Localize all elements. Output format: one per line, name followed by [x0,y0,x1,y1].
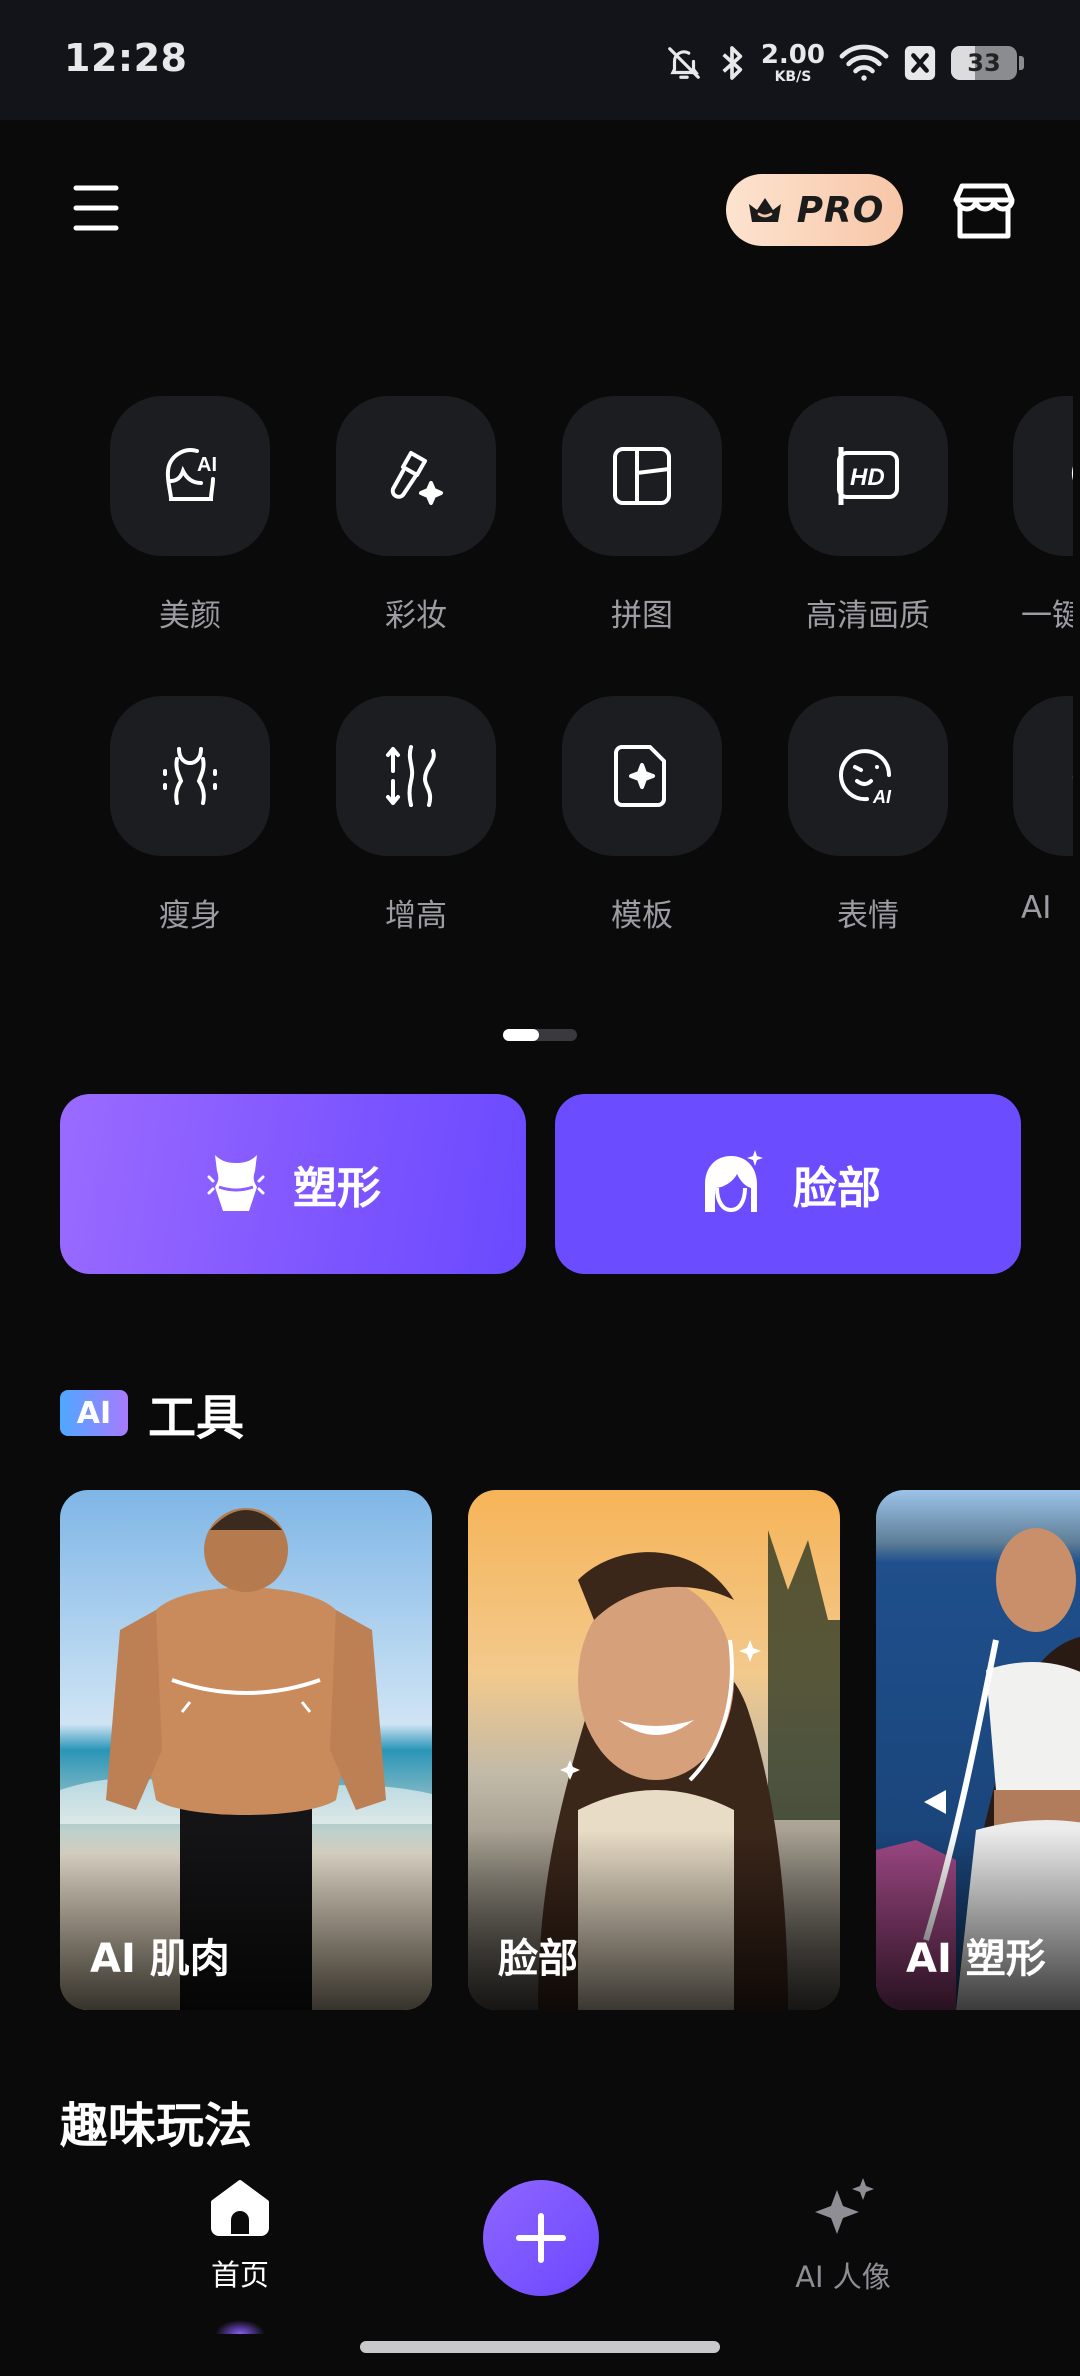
nav-active-indicator [215,2320,265,2334]
home-icon [211,2180,269,2236]
tool-label: 模板 [611,898,673,934]
battery-cap [1019,56,1024,70]
ai-tools-heading: AI 工具 [60,1378,244,1448]
network-speed: 2.00 KB/S [761,42,825,84]
ai-tool-icon [1058,741,1073,811]
tool-height[interactable]: 增高 [331,696,501,935]
status-bar: 12:28 2.00 KB/S 33 [0,0,1080,120]
tool-tile [1013,396,1073,556]
hamburger-menu-icon[interactable] [68,180,124,236]
tool-tile: AI [788,696,948,856]
add-button[interactable] [483,2180,599,2296]
height-icon [386,745,436,807]
sparkle-icon [815,2178,874,2234]
shape-button[interactable]: 塑形 [60,1094,526,1274]
page-indicator [503,1029,577,1041]
battery-level: 33 [967,49,1001,77]
status-icons: 2.00 KB/S 33 [665,36,1024,90]
pro-button[interactable]: PRO [726,174,903,246]
fun-section-title: 趣味玩法 [60,2098,253,2154]
face-button-label: 脸部 [793,1163,881,1214]
tool-template[interactable]: 模板 [557,696,727,935]
card-label: 脸部 [498,1936,578,1982]
tool-label: 表情 [837,898,899,934]
app-screen: 12:28 2.00 KB/S 33 PRO AI 美颜 彩妆 拼图 HD 高清… [0,0,1080,2376]
tool-expression[interactable]: AI 表情 [783,696,953,935]
shape-button-label: 塑形 [293,1163,381,1214]
nav-home[interactable]: 首页 [190,2178,290,2294]
nav-home-label: 首页 [210,2258,269,2292]
tool-tile: AI [110,396,270,556]
tool-label: 美颜 [159,598,221,634]
bluetooth-icon [722,46,743,80]
system-home-indicator[interactable] [360,2341,720,2353]
nav-ai-portrait[interactable]: AI 人像 [778,2176,908,2296]
svg-text:HD: HD [850,464,885,491]
ai-face-icon: AI [165,448,217,501]
tool-makeup[interactable]: 彩妆 [331,396,501,635]
tool-one-tap[interactable]: 一键 [1013,396,1073,635]
tool-label: 拼图 [611,598,673,634]
tool-tile [336,696,496,856]
card-ai-shape[interactable]: AI 塑形 [876,1490,1080,2010]
tool-label: 增高 [385,898,447,934]
tool-label: 彩妆 [385,598,447,634]
tool-collage[interactable]: 拼图 [557,396,727,635]
net-speed-unit: KB/S [774,69,812,85]
page-indicator-active [503,1029,539,1041]
tool-label: AI [1021,890,1052,926]
tool-ai-more[interactable]: AI [1013,696,1073,926]
hd-icon: HD [837,447,899,505]
pro-label: PRO [796,189,885,231]
bell-muted-icon [668,47,700,79]
net-speed-value: 2.00 [760,40,825,70]
crown-icon [748,198,781,222]
battery-icon: 33 [951,46,1017,80]
card-label: AI 肌肉 [90,1936,230,1982]
tool-tile [1013,696,1073,856]
tool-hd[interactable]: HD 高清画质 [783,396,953,635]
store-icon[interactable] [948,176,1020,248]
tool-tile [336,396,496,556]
tool-label: 一键 [1021,598,1073,634]
face-button[interactable]: 脸部 [555,1094,1021,1274]
card-label: AI 塑形 [906,1936,1046,1982]
tool-tile [562,396,722,556]
one-tap-icon [1071,466,1073,481]
tool-label: 瘦身 [159,898,221,934]
plus-icon [516,2213,566,2263]
face-contour-icon [705,1150,763,1213]
tool-tile [562,696,722,856]
tool-beauty[interactable]: AI 美颜 [105,396,275,635]
slim-body-icon [163,747,217,805]
card-ai-muscle[interactable]: AI 肌肉 [60,1490,432,2010]
expression-icon: AI [839,749,892,807]
svg-text:AI: AI [872,787,892,807]
svg-text:AI: AI [197,454,217,476]
makeup-brush-icon [390,451,443,505]
collage-icon [613,447,671,505]
tool-tile: HD [788,396,948,556]
nav-ai-label: AI 人像 [795,2260,891,2294]
ai-badge: AI [60,1390,128,1436]
wifi-icon [839,44,889,81]
tool-slim[interactable]: 瘦身 [105,696,275,935]
ai-tools-title: 工具 [148,1390,245,1446]
body-shape-icon [207,1155,265,1211]
tool-tile [110,696,270,856]
tool-label: 高清画质 [806,598,930,634]
template-icon [614,745,666,807]
status-time: 12:28 [64,36,188,80]
card-face[interactable]: 脸部 [468,1490,840,2010]
sim-off-icon [904,46,936,80]
